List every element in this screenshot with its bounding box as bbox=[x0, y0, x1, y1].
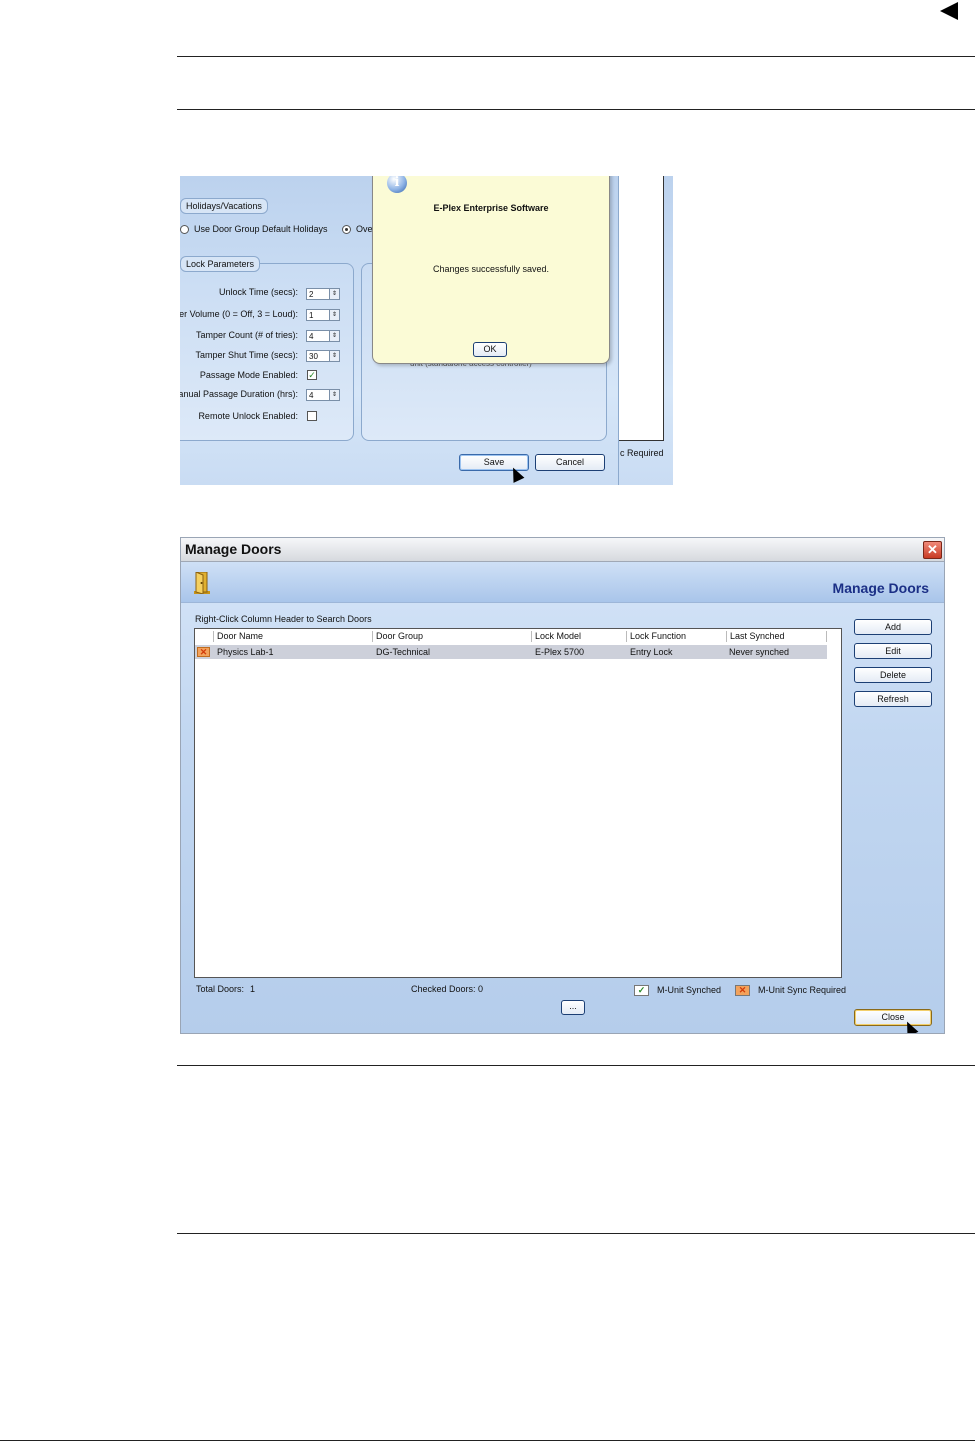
buzzer-volume-stepper[interactable]: 1 ⇕ bbox=[306, 309, 340, 321]
lock-function-cell: Entry Lock bbox=[630, 647, 673, 657]
divider bbox=[177, 56, 975, 57]
column-header-door-group[interactable]: Door Group bbox=[373, 631, 532, 642]
divider bbox=[177, 1233, 975, 1234]
close-button[interactable]: Close bbox=[854, 1009, 932, 1026]
tamper-shut-label: Tamper Shut Time (secs): bbox=[195, 350, 298, 360]
checked-doors-label: Checked Doors: 0 bbox=[411, 984, 484, 994]
door-group-cell: DG-Technical bbox=[376, 647, 431, 657]
lock-parameters-tab[interactable]: Lock Parameters bbox=[180, 256, 261, 272]
delete-button[interactable]: Delete bbox=[854, 667, 932, 683]
total-doors-label: Total Doors: bbox=[196, 984, 245, 994]
msgbox-title: E-Plex Enterprise Software bbox=[433, 203, 549, 213]
lock-model-cell: E-Plex 5700 bbox=[535, 647, 585, 657]
remote-unlock-checkbox[interactable] bbox=[307, 411, 317, 421]
door-name-cell: Physics Lab-1 bbox=[217, 647, 274, 657]
more-button[interactable]: ... bbox=[561, 1000, 585, 1015]
search-hint: Right-Click Column Header to Search Door… bbox=[195, 614, 372, 624]
column-header-status[interactable] bbox=[195, 631, 214, 642]
tamper-shut-stepper[interactable]: 30 ⇕ bbox=[306, 350, 340, 362]
manual-passage-label: Manual Passage Duration (hrs): bbox=[180, 389, 298, 399]
close-window-icon[interactable]: ✕ bbox=[923, 541, 942, 559]
add-button[interactable]: Add bbox=[854, 619, 932, 635]
synched-legend-label: M-Unit Synched bbox=[657, 985, 722, 995]
sync-required-text: c Required bbox=[620, 448, 664, 458]
sync-required-legend-icon: ✕ bbox=[735, 985, 750, 996]
column-header-door-name[interactable]: Door Name bbox=[214, 631, 373, 642]
radio-default-label: Use Door Group Default Holidays bbox=[194, 224, 328, 234]
radio-default-holidays[interactable] bbox=[180, 225, 189, 234]
divider bbox=[177, 1065, 975, 1066]
back-arrow-icon[interactable] bbox=[940, 2, 958, 20]
footer-divider bbox=[0, 1440, 975, 1441]
doors-grid[interactable]: Door Name Door Group Lock Model Lock Fun… bbox=[194, 628, 842, 978]
stepper-arrows-icon[interactable]: ⇕ bbox=[329, 389, 340, 401]
buzzer-volume-label: zzer Volume (0 = Off, 3 = Loud): bbox=[180, 309, 298, 319]
sync-required-icon: ✕ bbox=[197, 647, 210, 657]
divider bbox=[177, 109, 975, 110]
ok-button[interactable]: OK bbox=[473, 342, 507, 357]
stepper-arrows-icon[interactable]: ⇕ bbox=[329, 309, 340, 321]
total-doors-value: 1 bbox=[250, 984, 256, 994]
unlock-time-label: Unlock Time (secs): bbox=[218, 287, 298, 297]
column-header-lock-function[interactable]: Lock Function bbox=[627, 631, 727, 642]
last-synched-cell: Never synched bbox=[729, 647, 790, 657]
header-banner: Manage Doors bbox=[181, 562, 944, 603]
refresh-button[interactable]: Refresh bbox=[854, 691, 932, 707]
window-title: Manage Doors bbox=[185, 541, 282, 557]
door-icon bbox=[194, 572, 210, 594]
msgbox-message: Changes successfully saved. bbox=[432, 264, 550, 274]
unlock-time-stepper[interactable]: 2 ⇕ bbox=[306, 288, 340, 300]
sync-required-legend-label: M-Unit Sync Required bbox=[758, 985, 847, 995]
radio-override[interactable] bbox=[342, 225, 351, 234]
stepper-arrows-icon[interactable]: ⇕ bbox=[329, 288, 340, 300]
cancel-button[interactable]: Cancel bbox=[535, 454, 605, 471]
tamper-count-label: Tamper Count (# of tries): bbox=[195, 330, 298, 340]
title-bar: Manage Doors ✕ bbox=[181, 538, 944, 562]
stepper-arrows-icon[interactable]: ⇕ bbox=[329, 350, 340, 362]
edit-button[interactable]: Edit bbox=[854, 643, 932, 659]
remote-unlock-label: Remote Unlock Enabled: bbox=[198, 411, 298, 421]
holidays-tab[interactable]: Holidays/Vacations bbox=[180, 198, 268, 214]
column-header-last-synched[interactable]: Last Synched bbox=[727, 631, 827, 642]
column-header-lock-model[interactable]: Lock Model bbox=[532, 631, 627, 642]
panel-divider bbox=[618, 176, 619, 485]
stepper-arrows-icon[interactable]: ⇕ bbox=[329, 330, 340, 342]
synched-legend-icon: ✓ bbox=[634, 985, 649, 996]
manage-doors-window: Manage Doors ✕ Manage Doors Right-Click … bbox=[180, 537, 945, 1034]
manual-passage-stepper[interactable]: 4 ⇕ bbox=[306, 389, 340, 401]
table-row[interactable]: ✕ Physics Lab-1 DG-Technical E-Plex 5700… bbox=[195, 645, 827, 659]
tamper-count-stepper[interactable]: 4 ⇕ bbox=[306, 330, 340, 342]
banner-title: Manage Doors bbox=[832, 580, 929, 596]
radio-override-label: Ove bbox=[356, 224, 373, 234]
passage-mode-checkbox[interactable]: ✓ bbox=[307, 370, 317, 380]
door-settings-screenshot: Holidays/Vacations Use Door Group Defaul… bbox=[180, 176, 673, 485]
info-icon: i bbox=[387, 176, 407, 193]
passage-mode-label: Passage Mode Enabled: bbox=[199, 370, 298, 380]
info-message-box: i E-Plex Enterprise Software Changes suc… bbox=[372, 176, 610, 364]
side-panel bbox=[618, 176, 664, 441]
